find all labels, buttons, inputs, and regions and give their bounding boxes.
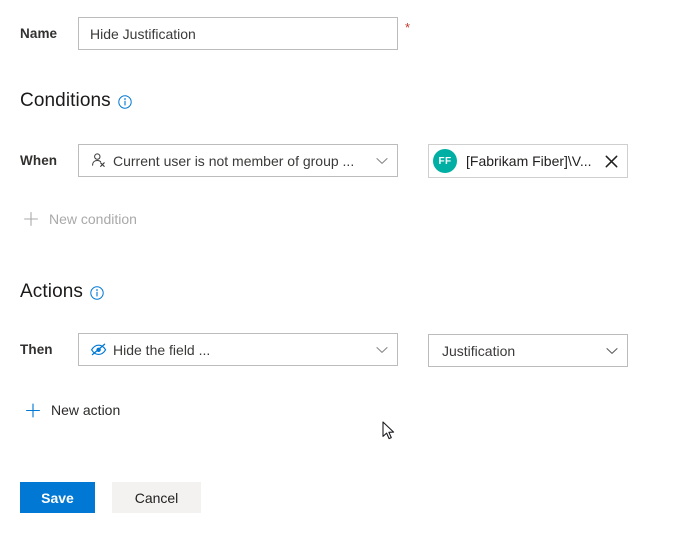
save-button[interactable]: Save — [20, 482, 95, 513]
rule-editor-panel: Name * Conditions When Current user — [0, 0, 700, 537]
name-input[interactable] — [78, 17, 398, 50]
person-not-member-icon — [90, 152, 107, 169]
chevron-down-icon — [605, 344, 619, 358]
name-field-row: Name * — [20, 17, 410, 50]
identity-picker[interactable]: FF [Fabrikam Fiber]\V... — [428, 144, 628, 178]
conditions-heading-text: Conditions — [20, 90, 111, 111]
plus-icon — [26, 403, 40, 417]
plus-icon — [24, 212, 38, 226]
when-field-row: When Current user is not member of group… — [20, 144, 398, 177]
new-condition-button[interactable]: New condition — [24, 211, 137, 227]
conditions-section-heading: Conditions — [20, 90, 132, 112]
then-action-dropdown[interactable]: Hide the field ... — [78, 333, 398, 366]
when-label: When — [20, 153, 58, 168]
chevron-down-icon — [375, 343, 389, 357]
avatar: FF — [433, 149, 457, 173]
actions-section-heading: Actions — [20, 281, 104, 303]
close-icon[interactable] — [601, 151, 621, 171]
info-icon[interactable] — [118, 95, 132, 109]
then-label: Then — [20, 342, 53, 357]
actions-heading-text: Actions — [20, 281, 84, 302]
footer-button-group: Save Cancel — [20, 482, 201, 513]
then-action-value: Hide the field ... — [113, 341, 211, 358]
info-icon[interactable] — [90, 286, 104, 300]
cancel-button[interactable]: Cancel — [112, 482, 201, 513]
new-action-button[interactable]: New action — [26, 402, 120, 418]
target-field-value: Justification — [442, 342, 516, 359]
hidden-eye-icon — [90, 341, 107, 358]
when-condition-value: Current user is not member of group ... — [113, 152, 355, 169]
identity-name: [Fabrikam Fiber]\V... — [466, 153, 592, 169]
when-condition-dropdown[interactable]: Current user is not member of group ... — [78, 144, 398, 177]
required-asterisk: * — [405, 20, 411, 35]
chevron-down-icon — [375, 154, 389, 168]
target-field-dropdown[interactable]: Justification — [428, 334, 628, 367]
mouse-cursor — [382, 421, 396, 442]
new-condition-label: New condition — [49, 211, 137, 227]
name-label: Name — [20, 26, 58, 41]
new-action-label: New action — [51, 402, 121, 418]
then-field-row: Then Hide the field ... — [20, 333, 398, 366]
